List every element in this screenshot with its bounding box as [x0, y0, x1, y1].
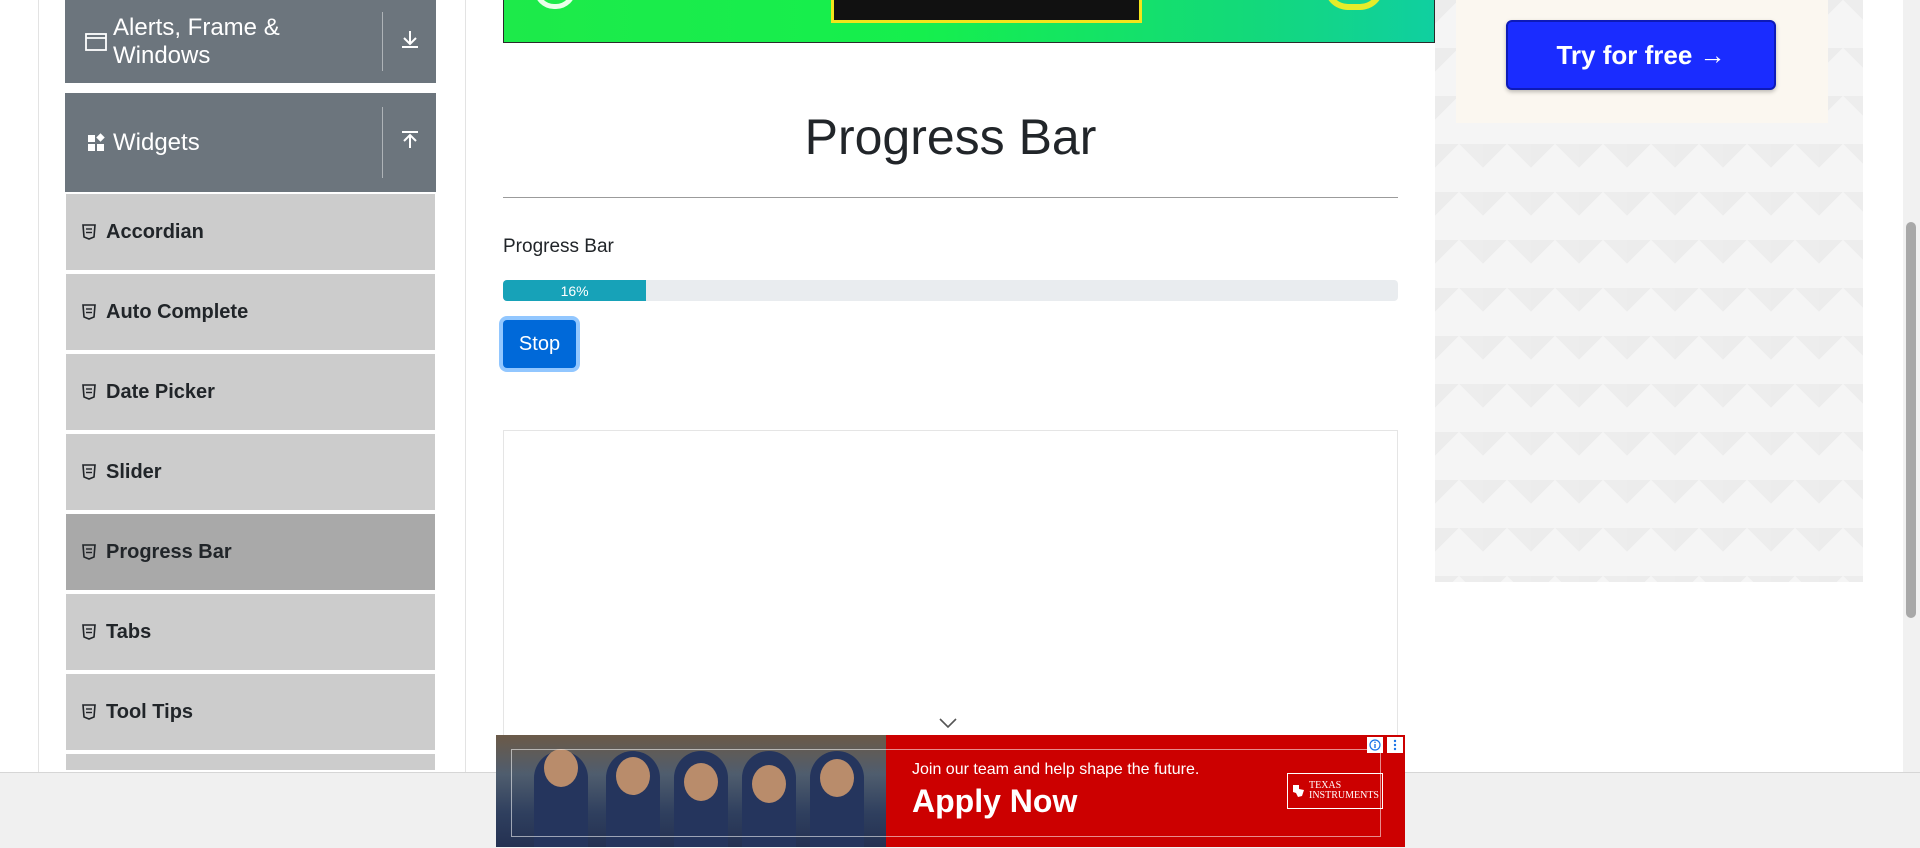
sidebar-item-tabs[interactable]: Tabs — [66, 594, 435, 672]
banner-decoration — [534, 0, 576, 9]
html5-icon — [82, 464, 96, 480]
sidebar-item-label: Tool Tips — [106, 700, 194, 723]
group-header-widgets[interactable]: Widgets — [65, 93, 436, 192]
group-label-alerts-frame-windows: Alerts, Frame & Windows — [113, 13, 280, 69]
progress-bar: 16% — [503, 280, 1398, 301]
group-header-label-wrap: Widgets — [65, 93, 382, 192]
try-for-free-button[interactable]: Try for free → — [1506, 20, 1776, 90]
sidebar-item-date-picker[interactable]: Date Picker — [66, 354, 435, 432]
sidebar-item-label: Accordian — [106, 220, 204, 243]
sidebar-item-next[interactable] — [66, 754, 435, 772]
progress-bar-label: Progress Bar — [503, 236, 614, 257]
download-arrow-icon — [399, 28, 421, 55]
sidebar-right-rail — [465, 0, 466, 772]
ti-logo-line1: TEXAS — [1308, 779, 1342, 791]
texas-instruments-logo: TEXAS INSTRUMENTS — [1287, 773, 1383, 809]
sidebar-left-rail — [38, 0, 39, 772]
sidebar-item-auto-complete[interactable]: Auto Complete — [66, 274, 435, 352]
html5-icon — [82, 384, 96, 400]
html5-icon — [82, 624, 96, 640]
sidebar-item-label: Auto Complete — [106, 300, 249, 323]
top-banner-ad[interactable] — [503, 0, 1435, 43]
group-label-widgets: Widgets — [113, 128, 200, 156]
info-icon[interactable] — [1367, 737, 1383, 753]
ad-subtitle: Join our team and help shape the future. — [912, 761, 1200, 778]
more-options-icon[interactable] — [1387, 737, 1403, 753]
group-header-alerts-frame-windows[interactable]: Alerts, Frame & Windows — [65, 0, 436, 83]
html5-icon — [82, 224, 96, 240]
ti-state-icon — [1292, 785, 1304, 797]
sidebar-item-label: Progress Bar — [106, 540, 232, 563]
upload-arrow-icon — [399, 129, 421, 156]
ti-logo-text: TEXAS INSTRUMENTS — [1308, 779, 1379, 802]
widgets-icon — [85, 132, 107, 154]
banner-decoration — [831, 0, 1142, 23]
html5-icon — [82, 704, 96, 720]
collapse-toggle-widgets[interactable] — [382, 106, 436, 179]
chevron-down-icon[interactable] — [938, 716, 958, 734]
sidebar-item-label: Tabs — [106, 620, 152, 643]
scrollbar-thumb[interactable] — [1906, 222, 1916, 618]
progress-bar-fill: 16% — [503, 280, 647, 301]
sidebar-item-label: Date Picker — [106, 380, 215, 403]
stop-button[interactable]: Stop — [503, 320, 576, 368]
sidebar-item-slider[interactable]: Slider — [66, 434, 435, 512]
ti-logo-line2: INSTRUMENTS — [1308, 790, 1379, 801]
apply-now-link[interactable]: Apply Now — [912, 783, 1077, 820]
html5-icon — [82, 544, 96, 560]
page-title: Progress Bar — [804, 109, 1097, 165]
banner-decoration — [1324, 0, 1384, 10]
window-icon — [85, 31, 107, 53]
group-header-label-wrap: Alerts, Frame & Windows — [65, 0, 382, 83]
sidebar-item-label: Slider — [106, 460, 162, 483]
title-divider — [503, 197, 1398, 198]
sidebar-item-tool-tips[interactable]: Tool Tips — [66, 674, 435, 752]
html5-icon — [82, 304, 96, 320]
bottom-banner-ad[interactable]: Join our team and help shape the future.… — [496, 735, 1405, 847]
sidebar-item-progress-bar[interactable]: Progress Bar — [66, 514, 435, 592]
expand-toggle-alerts[interactable] — [382, 11, 436, 72]
sidebar-item-accordian[interactable]: Accordian — [66, 194, 435, 272]
